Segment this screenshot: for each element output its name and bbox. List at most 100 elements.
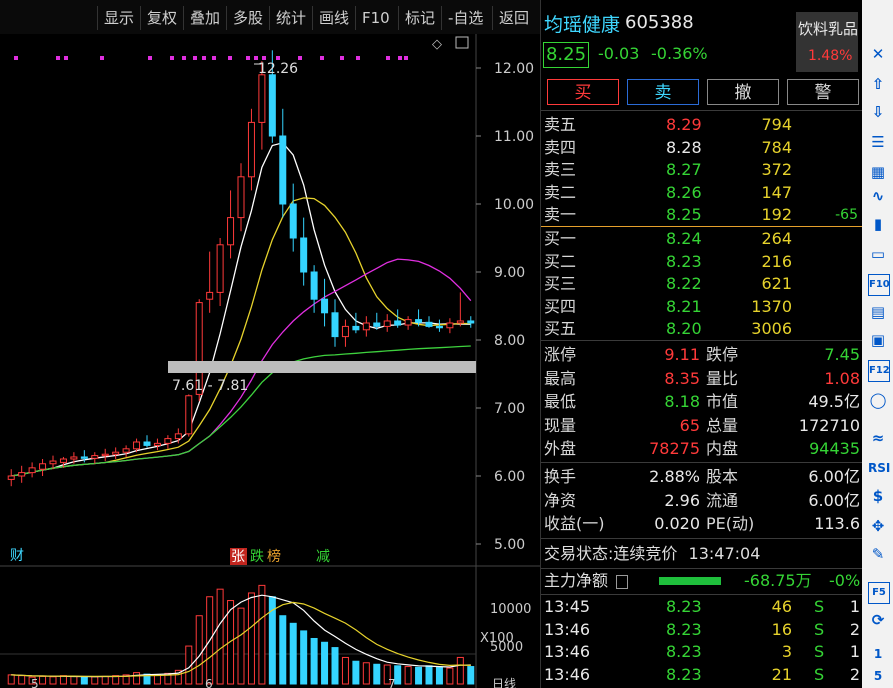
- ask-price: 8.25: [666, 205, 702, 224]
- signal-dot: [320, 56, 324, 60]
- ask-label: 卖一: [544, 205, 577, 224]
- toolbar-f10[interactable]: F10: [355, 6, 396, 30]
- dollar-icon[interactable]: $: [868, 486, 888, 506]
- refresh-icon[interactable]: ⟳: [868, 610, 888, 630]
- stat-label: 收益(一): [544, 514, 605, 533]
- volume-bar: [195, 615, 203, 685]
- signal-dot: [246, 56, 250, 60]
- cancel-button[interactable]: 撤: [707, 79, 779, 105]
- ask-volume: 372: [761, 160, 792, 179]
- flow-detail-icon[interactable]: [616, 574, 629, 589]
- tick-count: 2: [849, 664, 860, 684]
- stat-value: 94435: [809, 439, 860, 458]
- ask-label: 卖三: [544, 160, 577, 179]
- candle-body: [174, 433, 182, 440]
- bid-row[interactable]: 买三 8.22 621: [544, 273, 862, 295]
- stat-row: 换手 2.88% 股本 6.00亿: [544, 466, 862, 488]
- alert-button[interactable]: 警: [787, 79, 859, 105]
- price-change: -0.03: [598, 44, 640, 63]
- line-chart-icon[interactable]: ∿: [868, 186, 888, 206]
- tick-count: 2: [849, 619, 860, 639]
- rsi-icon[interactable]: RSI: [868, 458, 890, 478]
- marker-zhang: 张: [231, 549, 245, 565]
- circle-icon[interactable]: ◯: [868, 390, 888, 410]
- period-label[interactable]: 日线: [492, 677, 516, 688]
- window-icon[interactable]: ▭: [868, 244, 888, 264]
- volume-bar: [456, 656, 464, 685]
- ask-price: 8.28: [666, 137, 702, 157]
- page-label-page5[interactable]: 5: [868, 666, 888, 686]
- bid-row[interactable]: 买二 8.23 216: [544, 251, 862, 273]
- stock-code: 605388: [625, 12, 694, 33]
- toolbar-overlay[interactable]: 叠加: [183, 6, 226, 30]
- arrow-up-icon[interactable]: ⇧: [868, 74, 888, 94]
- signal-dot: [340, 56, 344, 60]
- toolbar-display[interactable]: 显示: [97, 6, 140, 30]
- toolbar-stats[interactable]: 统计: [269, 6, 312, 30]
- toolbar-draw[interactable]: 画线: [312, 6, 355, 30]
- toolbar-multi[interactable]: 多股: [226, 6, 269, 30]
- bid-row[interactable]: 买一 8.24 264: [544, 228, 862, 250]
- window-toggle-icon[interactable]: [455, 36, 469, 49]
- ask-row[interactable]: 卖二 8.26 147: [544, 182, 862, 204]
- ask-row[interactable]: 卖一 8.25 192 -65: [544, 204, 862, 226]
- cal-icon[interactable]: ▤: [868, 302, 888, 322]
- candle-body: [80, 456, 88, 459]
- pencil-icon[interactable]: ✎: [868, 544, 888, 564]
- arrow-down-icon[interactable]: ⇩: [868, 102, 888, 122]
- candle-body: [227, 217, 235, 246]
- volume-bar: [279, 615, 287, 685]
- doc-icon[interactable]: ▣: [868, 330, 888, 350]
- stat-value: 6.00亿: [808, 467, 860, 486]
- volume-bar: [331, 647, 339, 685]
- quote-panel: 均瑶健康 605388 8.25 -0.03 -0.36% 饮料乳品 1.48%…: [540, 0, 863, 688]
- buy-button[interactable]: 买: [547, 79, 619, 105]
- candle-body: [258, 74, 266, 123]
- ask-row[interactable]: 卖三 8.27 372: [544, 159, 862, 181]
- tick-time: 13:46: [544, 642, 591, 661]
- bid-row[interactable]: 买五 8.20 3006: [544, 318, 862, 340]
- bid-volume: 216: [761, 251, 792, 271]
- f12-icon[interactable]: F12: [868, 360, 890, 382]
- page-label-page1[interactable]: 1: [868, 644, 888, 664]
- f5-icon[interactable]: F5: [868, 582, 890, 604]
- signal-dot: [193, 56, 197, 60]
- toolbar-watchlist[interactable]: -自选: [441, 6, 489, 30]
- candle-icon[interactable]: ▮: [868, 214, 888, 234]
- sector-box[interactable]: 饮料乳品 1.48%: [796, 12, 858, 72]
- stat-label: 跌停: [706, 345, 739, 364]
- price-axis-label: 11.00: [494, 129, 534, 145]
- close-icon[interactable]: ✕: [868, 44, 888, 64]
- grid-icon[interactable]: ▦: [868, 162, 888, 182]
- ask-price: 8.27: [666, 160, 702, 179]
- toolbar-back[interactable]: 返回: [492, 6, 535, 30]
- move-icon[interactable]: ✥: [868, 516, 888, 536]
- high-price-label: 12.26: [258, 61, 298, 77]
- stat-label: 换手: [544, 467, 577, 486]
- toolbar-adjust[interactable]: 复权: [140, 6, 183, 30]
- candle-body: [456, 320, 464, 324]
- candle-body: [341, 325, 349, 338]
- wave-icon[interactable]: ≈: [868, 428, 888, 448]
- bid-row[interactable]: 买四 8.21 1370: [544, 296, 862, 318]
- candle-body: [331, 312, 339, 338]
- watchlist-icon[interactable]: ☰: [868, 132, 888, 152]
- ask-row[interactable]: 卖五 8.29 794: [544, 114, 862, 136]
- f10-icon[interactable]: F10: [868, 274, 890, 296]
- ask-row[interactable]: 卖四 8.28 784: [544, 137, 862, 159]
- sell-button[interactable]: 卖: [627, 79, 699, 105]
- candle-body: [91, 455, 99, 459]
- signal-dot: [404, 56, 408, 60]
- candle-body: [362, 322, 370, 331]
- diamond-icon[interactable]: ◇: [432, 37, 442, 52]
- signal-dot: [202, 56, 206, 60]
- signal-dot: [228, 56, 232, 60]
- kline-chart[interactable]: 100005000 12.0011.0010.009.008.007.006.0…: [0, 34, 540, 688]
- tick-time: 13:46: [544, 619, 591, 639]
- ask-diff: -65: [835, 207, 858, 223]
- signal-dot: [212, 56, 216, 60]
- current-price: 8.25: [543, 42, 589, 68]
- toolbar-mark[interactable]: 标记: [398, 6, 441, 30]
- ask-label: 卖二: [544, 182, 577, 202]
- volume-bar: [153, 674, 161, 685]
